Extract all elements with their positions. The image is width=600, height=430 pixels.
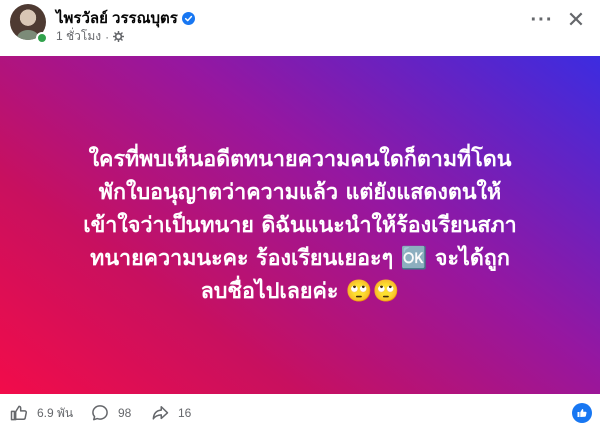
post-meta: 1 ชั่วโมง · bbox=[56, 27, 125, 46]
like-count: 6.9 พัน bbox=[37, 405, 74, 420]
post-footer: 6.9 พัน 98 16 bbox=[0, 400, 600, 430]
thumbs-up-filled-icon bbox=[577, 409, 587, 417]
close-icon: ✕ bbox=[566, 7, 586, 32]
post-background-card: ใครที่พบเห็นอดีตทนายความคนใดก็ตามที่โดน … bbox=[0, 56, 600, 394]
share-count: 16 bbox=[178, 406, 192, 420]
comment-count: 98 bbox=[118, 406, 132, 420]
share-button[interactable]: 16 bbox=[150, 403, 191, 423]
verified-badge-icon bbox=[181, 11, 195, 25]
post-timestamp[interactable]: 1 ชั่วโมง bbox=[56, 27, 101, 46]
thumbs-up-icon bbox=[10, 405, 28, 421]
more-horizontal-icon: ··· bbox=[530, 8, 554, 31]
close-button[interactable]: ✕ bbox=[564, 7, 588, 32]
like-button[interactable]: 6.9 พัน bbox=[9, 403, 73, 423]
post-header: ไพรวัลย์ วรรณบุตร 1 ชั่วโมง · ··· ✕ bbox=[0, 0, 600, 46]
like-reaction-badge[interactable] bbox=[572, 403, 592, 423]
privacy-gear-icon[interactable] bbox=[113, 31, 125, 42]
comment-icon bbox=[92, 405, 108, 421]
separator-dot: · bbox=[105, 29, 110, 44]
more-options-button[interactable]: ··· bbox=[528, 8, 556, 32]
comment-button[interactable]: 98 bbox=[90, 403, 131, 423]
post-text: ใครที่พบเห็นอดีตทนายความคนใดก็ตามที่โดน … bbox=[83, 146, 517, 304]
share-icon bbox=[152, 406, 169, 420]
online-status-dot bbox=[36, 32, 48, 44]
